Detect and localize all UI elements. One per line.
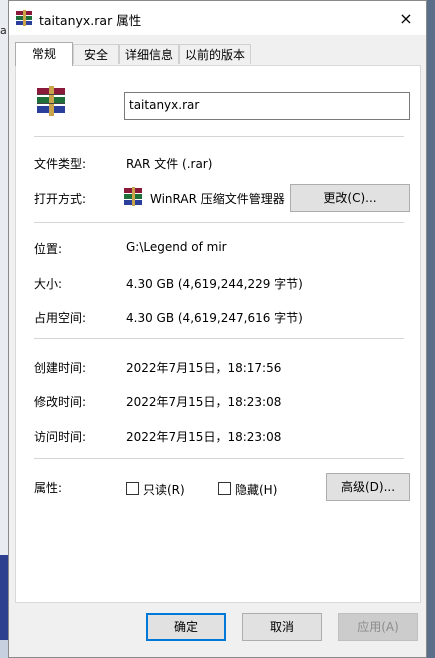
separator bbox=[34, 458, 404, 459]
hidden-label[interactable]: 隐藏(H) bbox=[235, 481, 277, 498]
accessed-label: 访问时间: bbox=[34, 430, 87, 444]
separator bbox=[34, 338, 404, 339]
close-icon: × bbox=[399, 8, 413, 28]
disk-size-value: 4.30 GB (4,619,247,616 字节) bbox=[126, 311, 303, 325]
winrar-app-icon bbox=[122, 186, 144, 211]
close-button[interactable]: × bbox=[386, 1, 426, 35]
file-type-value: RAR 文件 (.rar) bbox=[126, 157, 213, 171]
window-title: taitanyx.rar 属性 bbox=[39, 13, 142, 28]
size-value: 4.30 GB (4,619,244,229 字节) bbox=[126, 277, 303, 291]
background-text: a bbox=[0, 24, 7, 37]
created-value: 2022年7月15日，18:17:56 bbox=[126, 361, 282, 375]
separator bbox=[34, 136, 404, 137]
location-label: 位置: bbox=[34, 242, 63, 256]
winrar-archive-icon bbox=[15, 10, 33, 29]
separator bbox=[34, 222, 404, 223]
tab-general[interactable]: 常规 bbox=[15, 42, 73, 66]
file-name-input[interactable]: taitanyx.rar bbox=[124, 92, 410, 120]
properties-dialog: taitanyx.rar 属性 × 常规 安全 详细信息 以前的版本 taita… bbox=[8, 0, 427, 658]
apply-button[interactable]: 应用(A) bbox=[338, 613, 418, 641]
hidden-checkbox[interactable] bbox=[218, 482, 231, 495]
created-label: 创建时间: bbox=[34, 361, 87, 375]
cancel-button[interactable]: 取消 bbox=[242, 613, 322, 641]
winrar-file-icon bbox=[34, 86, 70, 119]
modified-value: 2022年7月15日，18:23:08 bbox=[126, 395, 282, 409]
tab-details[interactable]: 详细信息 bbox=[119, 44, 179, 64]
change-button[interactable]: 更改(C)... bbox=[290, 184, 410, 212]
attributes-label: 属性: bbox=[34, 481, 63, 495]
tab-strip: 常规 安全 详细信息 以前的版本 bbox=[15, 42, 421, 66]
readonly-label[interactable]: 只读(R) bbox=[143, 481, 185, 498]
general-panel: taitanyx.rar 文件类型: RAR 文件 (.rar) 打开方式: W… bbox=[15, 65, 421, 603]
modified-label: 修改时间: bbox=[34, 395, 87, 409]
ok-button[interactable]: 确定 bbox=[146, 613, 226, 641]
tab-security[interactable]: 安全 bbox=[73, 44, 119, 64]
size-label: 大小: bbox=[34, 277, 63, 291]
open-with-label: 打开方式: bbox=[34, 192, 87, 206]
open-with-app: WinRAR 压缩文件管理器 bbox=[150, 192, 285, 206]
location-value: G:\Legend of mir bbox=[126, 240, 227, 254]
advanced-button[interactable]: 高级(D)... bbox=[326, 473, 410, 501]
tab-previous-versions[interactable]: 以前的版本 bbox=[179, 44, 251, 64]
file-type-label: 文件类型: bbox=[34, 157, 87, 171]
disk-size-label: 占用空间: bbox=[34, 311, 87, 325]
readonly-checkbox[interactable] bbox=[126, 482, 139, 495]
accessed-value: 2022年7月15日，18:23:08 bbox=[126, 430, 282, 444]
title-bar[interactable]: taitanyx.rar 属性 × bbox=[9, 1, 426, 35]
